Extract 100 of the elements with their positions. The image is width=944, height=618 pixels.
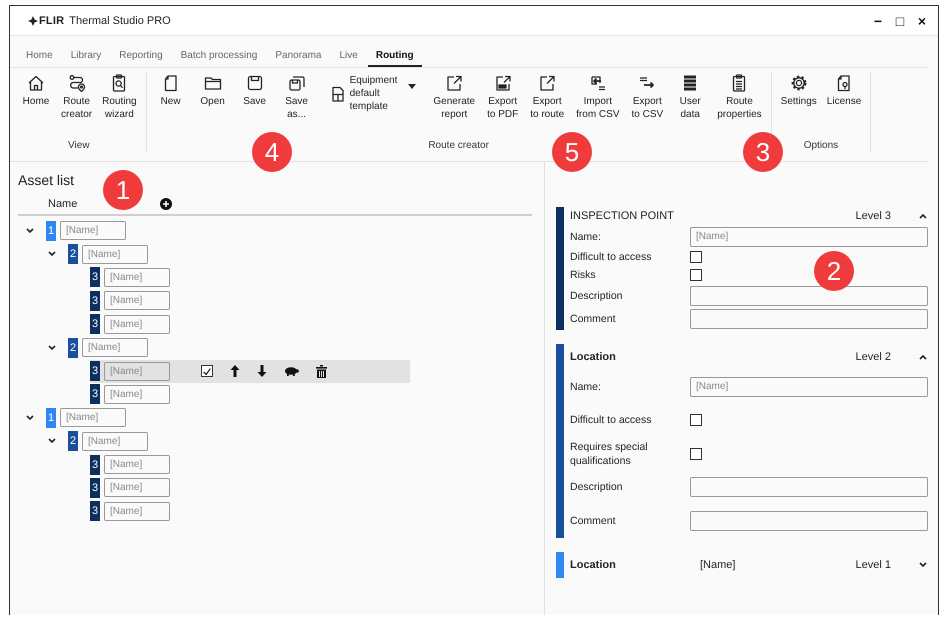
group-label: Options (802, 140, 840, 151)
level-badge: 2 (68, 431, 78, 452)
template-dropdown[interactable]: Equipment default template (320, 72, 424, 113)
section-title: INSPECTION POINT (570, 210, 675, 222)
maximize-button[interactable]: □ (890, 12, 910, 28)
checkbox[interactable] (690, 269, 702, 281)
name-field[interactable]: [Name] (60, 221, 126, 240)
arrow-up-icon[interactable] (230, 365, 240, 378)
tab[interactable]: Live (331, 48, 366, 67)
floppy-stack-icon (288, 74, 306, 92)
level-label: Level 3 (856, 210, 891, 222)
text-field[interactable] (690, 477, 928, 498)
level-badge: 3 (90, 478, 100, 498)
close-button[interactable]: × (912, 12, 932, 28)
name-field[interactable]: [Name] (82, 244, 148, 264)
text-field[interactable]: [Name] (690, 226, 928, 246)
chevron-icon[interactable] (919, 561, 927, 568)
column-header: Name (48, 198, 78, 210)
tab[interactable]: Batch processing (172, 48, 266, 67)
name-field[interactable]: [Name] (82, 338, 148, 358)
field-label: Name: (570, 380, 602, 394)
name-field[interactable]: [Name] (104, 268, 170, 287)
ribbon-button[interactable]: Export to route (527, 72, 568, 123)
level-badge: 3 (90, 314, 100, 334)
pdf-export-icon (494, 74, 512, 92)
house-icon (27, 74, 45, 92)
ribbon-button[interactable]: Route creator (58, 72, 96, 123)
section-title: Location (570, 558, 617, 570)
level-label: Level 2 (856, 351, 891, 363)
chevron-icon[interactable] (48, 250, 56, 258)
tab[interactable]: Home (18, 48, 61, 67)
app-logo: FLIR (28, 14, 64, 26)
level-badge: 3 (90, 361, 100, 382)
checkbox[interactable] (690, 448, 702, 460)
level-badge: 2 (68, 244, 78, 264)
ribbon-button[interactable]: Route properties (714, 72, 765, 123)
level-badge: 3 (90, 267, 100, 288)
field-label: Description (570, 480, 624, 494)
selected-row[interactable]: 3 [Name] (90, 360, 410, 383)
chevron-icon[interactable] (26, 414, 34, 422)
text-field[interactable]: [Name] (690, 376, 928, 397)
name-field[interactable]: [Name] (104, 362, 170, 381)
field-label: Comment (570, 514, 617, 528)
add-icon[interactable] (160, 198, 172, 210)
chevron-icon[interactable] (26, 226, 34, 235)
settings-icon (790, 74, 808, 92)
field-label: Comment (570, 312, 617, 326)
trash-icon[interactable] (316, 364, 327, 378)
checkbox[interactable] (201, 365, 213, 378)
ribbon-button[interactable]: Export to CSV (628, 72, 666, 123)
level-badge: 3 (90, 290, 100, 311)
ribbon-button[interactable]: Import from CSV (573, 72, 622, 123)
name-field[interactable]: [Name] (104, 384, 170, 404)
ribbon-button[interactable]: Home (18, 72, 54, 110)
ribbon-button[interactable]: New (152, 72, 189, 110)
chevron-icon[interactable] (48, 344, 56, 352)
ribbon-button[interactable]: License (824, 72, 864, 110)
tab[interactable]: Library (62, 48, 110, 67)
level-badge: 3 (90, 501, 100, 522)
ribbon-button[interactable]: User data (672, 72, 708, 123)
checkbox[interactable] (690, 414, 702, 426)
caret-icon (408, 84, 416, 89)
text-field[interactable] (690, 308, 928, 328)
arrow-down-icon[interactable] (257, 365, 267, 378)
export-icon (445, 74, 464, 92)
tab[interactable]: Reporting (111, 48, 171, 67)
name-field[interactable]: [Name] (104, 291, 170, 310)
ribbon-button[interactable]: Export to PDF (484, 72, 522, 123)
ribbon-button[interactable]: Settings (778, 72, 820, 110)
field-label: Risks (570, 268, 597, 282)
field-label: Name: (570, 230, 602, 244)
tab[interactable]: Panorama (267, 48, 330, 67)
ribbon-button[interactable]: Open (194, 72, 231, 110)
chevron-icon[interactable] (48, 437, 56, 446)
tab[interactable]: Routing (368, 48, 422, 67)
checkbox[interactable] (690, 251, 702, 263)
group-label: View (67, 140, 91, 151)
name-field[interactable]: [Name] (104, 478, 170, 498)
level-badge: 3 (90, 384, 100, 404)
minimize-button[interactable]: − (868, 12, 888, 28)
name-field[interactable]: [Name] (104, 455, 170, 474)
level-badge: 1 (46, 220, 56, 241)
text-field[interactable] (690, 510, 928, 531)
ribbon-button[interactable]: Save as... (278, 72, 315, 123)
ribbon-button[interactable]: Generate report (430, 72, 478, 123)
text-field[interactable] (690, 286, 928, 306)
chevron-icon[interactable] (919, 354, 927, 360)
name-field[interactable]: [Name] (60, 408, 126, 428)
level-badge: 2 (68, 338, 78, 358)
level-label: Level 1 (856, 558, 891, 570)
chevron-icon[interactable] (919, 212, 927, 220)
import-icon (588, 74, 607, 92)
name-field[interactable]: [Name] (104, 502, 170, 521)
ribbon-button[interactable]: Save (236, 72, 273, 110)
route-icon (68, 74, 86, 92)
name-field[interactable]: [Name] (82, 432, 148, 451)
ribbon-button[interactable]: Routing wizard (99, 72, 140, 123)
export-icon (538, 74, 556, 92)
field-label: Difficult to access (570, 413, 653, 428)
name-field[interactable]: [Name] (104, 314, 170, 334)
